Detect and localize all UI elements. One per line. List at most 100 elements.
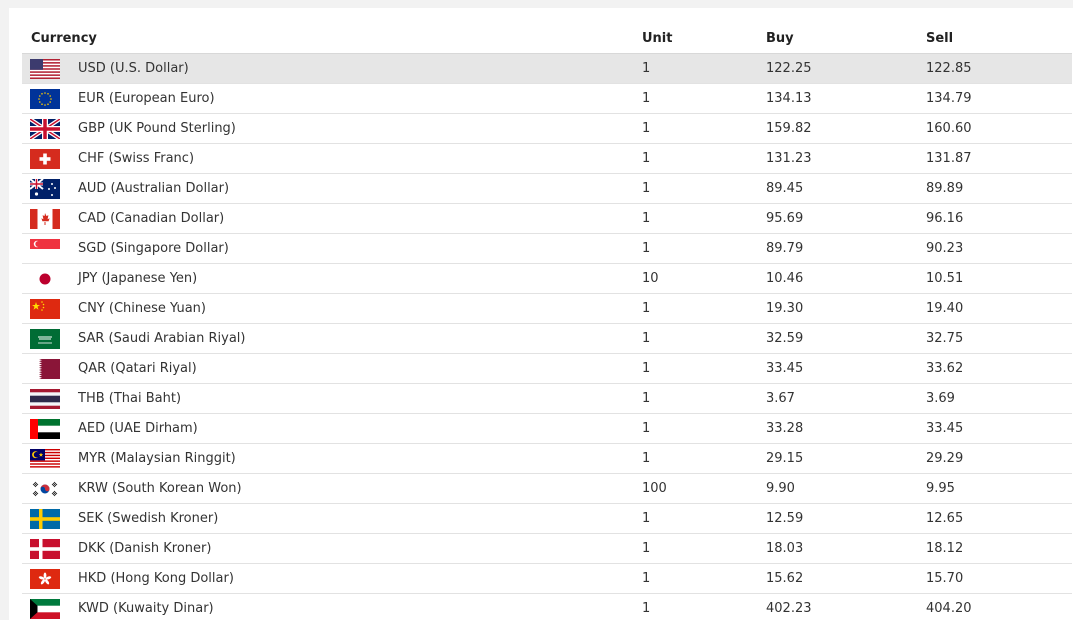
cell-sell: 160.60 bbox=[926, 113, 1072, 144]
currency-name: SEK (Swedish Kroner) bbox=[78, 511, 219, 526]
cell-sell: 3.69 bbox=[926, 383, 1072, 414]
table-row: MYR (Malaysian Ringgit) 1 29.15 29.29 bbox=[22, 443, 1072, 474]
cell-unit: 1 bbox=[642, 443, 766, 474]
cell-sell: 15.70 bbox=[926, 563, 1072, 594]
table-row: AED (UAE Dirham) 1 33.28 33.45 bbox=[22, 413, 1072, 444]
cell-unit: 1 bbox=[642, 173, 766, 204]
th-flag-icon bbox=[30, 388, 60, 409]
cn-flag-icon bbox=[30, 298, 60, 319]
cell-unit: 10 bbox=[642, 263, 766, 294]
currency-name: HKD (Hong Kong Dollar) bbox=[78, 571, 234, 586]
cell-currency: GBP (UK Pound Sterling) bbox=[22, 113, 642, 144]
cell-unit: 1 bbox=[642, 53, 766, 84]
cell-buy: 89.79 bbox=[766, 233, 926, 264]
table-row: QAR (Qatari Riyal) 1 33.45 33.62 bbox=[22, 353, 1072, 384]
table-row: EUR (European Euro) 1 134.13 134.79 bbox=[22, 83, 1072, 114]
table-row: KWD (Kuwaity Dinar) 1 402.23 404.20 bbox=[22, 593, 1072, 620]
cell-currency: CAD (Canadian Dollar) bbox=[22, 203, 642, 234]
currency-name: SAR (Saudi Arabian Riyal) bbox=[78, 331, 246, 346]
cell-buy: 18.03 bbox=[766, 533, 926, 564]
table-row: USD (U.S. Dollar) 1 122.25 122.85 bbox=[22, 53, 1072, 84]
table-row: GBP (UK Pound Sterling) 1 159.82 160.60 bbox=[22, 113, 1072, 144]
cell-sell: 10.51 bbox=[926, 263, 1072, 294]
table-row: SGD (Singapore Dollar) 1 89.79 90.23 bbox=[22, 233, 1072, 264]
cell-sell: 32.75 bbox=[926, 323, 1072, 354]
cell-unit: 1 bbox=[642, 413, 766, 444]
table-row: JPY (Japanese Yen) 10 10.46 10.51 bbox=[22, 263, 1072, 294]
cell-unit: 1 bbox=[642, 203, 766, 234]
cell-currency: USD (U.S. Dollar) bbox=[22, 53, 642, 84]
cell-buy: 12.59 bbox=[766, 503, 926, 534]
cell-currency: SEK (Swedish Kroner) bbox=[22, 503, 642, 534]
exchange-rate-table: Currency Unit Buy Sell USD (U.S. Dollar)… bbox=[22, 24, 1072, 620]
currency-name: QAR (Qatari Riyal) bbox=[78, 361, 197, 376]
currency-name: EUR (European Euro) bbox=[78, 91, 215, 106]
cell-buy: 10.46 bbox=[766, 263, 926, 294]
cell-currency: AUD (Australian Dollar) bbox=[22, 173, 642, 204]
cell-buy: 159.82 bbox=[766, 113, 926, 144]
ch-flag-icon bbox=[30, 148, 60, 169]
cell-buy: 134.13 bbox=[766, 83, 926, 114]
cell-unit: 1 bbox=[642, 353, 766, 384]
cell-sell: 33.45 bbox=[926, 413, 1072, 444]
table-row: SAR (Saudi Arabian Riyal) 1 32.59 32.75 bbox=[22, 323, 1072, 354]
table-header-row: Currency Unit Buy Sell bbox=[22, 24, 1072, 54]
cell-buy: 19.30 bbox=[766, 293, 926, 324]
cell-unit: 1 bbox=[642, 503, 766, 534]
cell-buy: 89.45 bbox=[766, 173, 926, 204]
cell-buy: 131.23 bbox=[766, 143, 926, 174]
cell-unit: 1 bbox=[642, 593, 766, 620]
cell-sell: 12.65 bbox=[926, 503, 1072, 534]
dk-flag-icon bbox=[30, 538, 60, 559]
table-row: CNY (Chinese Yuan) 1 19.30 19.40 bbox=[22, 293, 1072, 324]
cell-buy: 402.23 bbox=[766, 593, 926, 620]
currency-name: CAD (Canadian Dollar) bbox=[78, 211, 225, 226]
currency-name: SGD (Singapore Dollar) bbox=[78, 241, 229, 256]
table-row: HKD (Hong Kong Dollar) 1 15.62 15.70 bbox=[22, 563, 1072, 594]
currency-name: THB (Thai Baht) bbox=[78, 391, 182, 406]
table-row: KRW (South Korean Won) 100 9.90 9.95 bbox=[22, 473, 1072, 504]
au-flag-icon bbox=[30, 178, 60, 199]
cell-currency: KRW (South Korean Won) bbox=[22, 473, 642, 504]
cell-buy: 29.15 bbox=[766, 443, 926, 474]
eu-flag-icon bbox=[30, 88, 60, 109]
cell-unit: 1 bbox=[642, 233, 766, 264]
currency-name: JPY (Japanese Yen) bbox=[78, 271, 198, 286]
cell-currency: CNY (Chinese Yuan) bbox=[22, 293, 642, 324]
cell-unit: 1 bbox=[642, 383, 766, 414]
cell-sell: 404.20 bbox=[926, 593, 1072, 620]
currency-name: AED (UAE Dirham) bbox=[78, 421, 198, 436]
currency-name: GBP (UK Pound Sterling) bbox=[78, 121, 236, 136]
cell-buy: 9.90 bbox=[766, 473, 926, 504]
hk-flag-icon bbox=[30, 568, 60, 589]
cell-sell: 131.87 bbox=[926, 143, 1072, 174]
cell-currency: MYR (Malaysian Ringgit) bbox=[22, 443, 642, 474]
ae-flag-icon bbox=[30, 418, 60, 439]
cell-sell: 90.23 bbox=[926, 233, 1072, 264]
cell-buy: 95.69 bbox=[766, 203, 926, 234]
us-flag-icon bbox=[30, 58, 60, 79]
cell-sell: 134.79 bbox=[926, 83, 1072, 114]
currency-name: KWD (Kuwaity Dinar) bbox=[78, 601, 214, 616]
cell-unit: 1 bbox=[642, 563, 766, 594]
table-row: CHF (Swiss Franc) 1 131.23 131.87 bbox=[22, 143, 1072, 174]
table-row: AUD (Australian Dollar) 1 89.45 89.89 bbox=[22, 173, 1072, 204]
currency-name: AUD (Australian Dollar) bbox=[78, 181, 230, 196]
sg-flag-icon bbox=[30, 238, 60, 259]
table-row: SEK (Swedish Kroner) 1 12.59 12.65 bbox=[22, 503, 1072, 534]
cell-unit: 1 bbox=[642, 143, 766, 174]
cell-unit: 1 bbox=[642, 293, 766, 324]
cell-buy: 32.59 bbox=[766, 323, 926, 354]
cell-currency: HKD (Hong Kong Dollar) bbox=[22, 563, 642, 594]
cell-unit: 100 bbox=[642, 473, 766, 504]
se-flag-icon bbox=[30, 508, 60, 529]
cell-sell: 29.29 bbox=[926, 443, 1072, 474]
cell-buy: 33.28 bbox=[766, 413, 926, 444]
cell-currency: SGD (Singapore Dollar) bbox=[22, 233, 642, 264]
header-sell: Sell bbox=[926, 24, 1072, 54]
table-row: THB (Thai Baht) 1 3.67 3.69 bbox=[22, 383, 1072, 414]
sa-flag-icon bbox=[30, 328, 60, 349]
cell-currency: THB (Thai Baht) bbox=[22, 383, 642, 414]
cell-sell: 9.95 bbox=[926, 473, 1072, 504]
currency-name: DKK (Danish Kroner) bbox=[78, 541, 212, 556]
